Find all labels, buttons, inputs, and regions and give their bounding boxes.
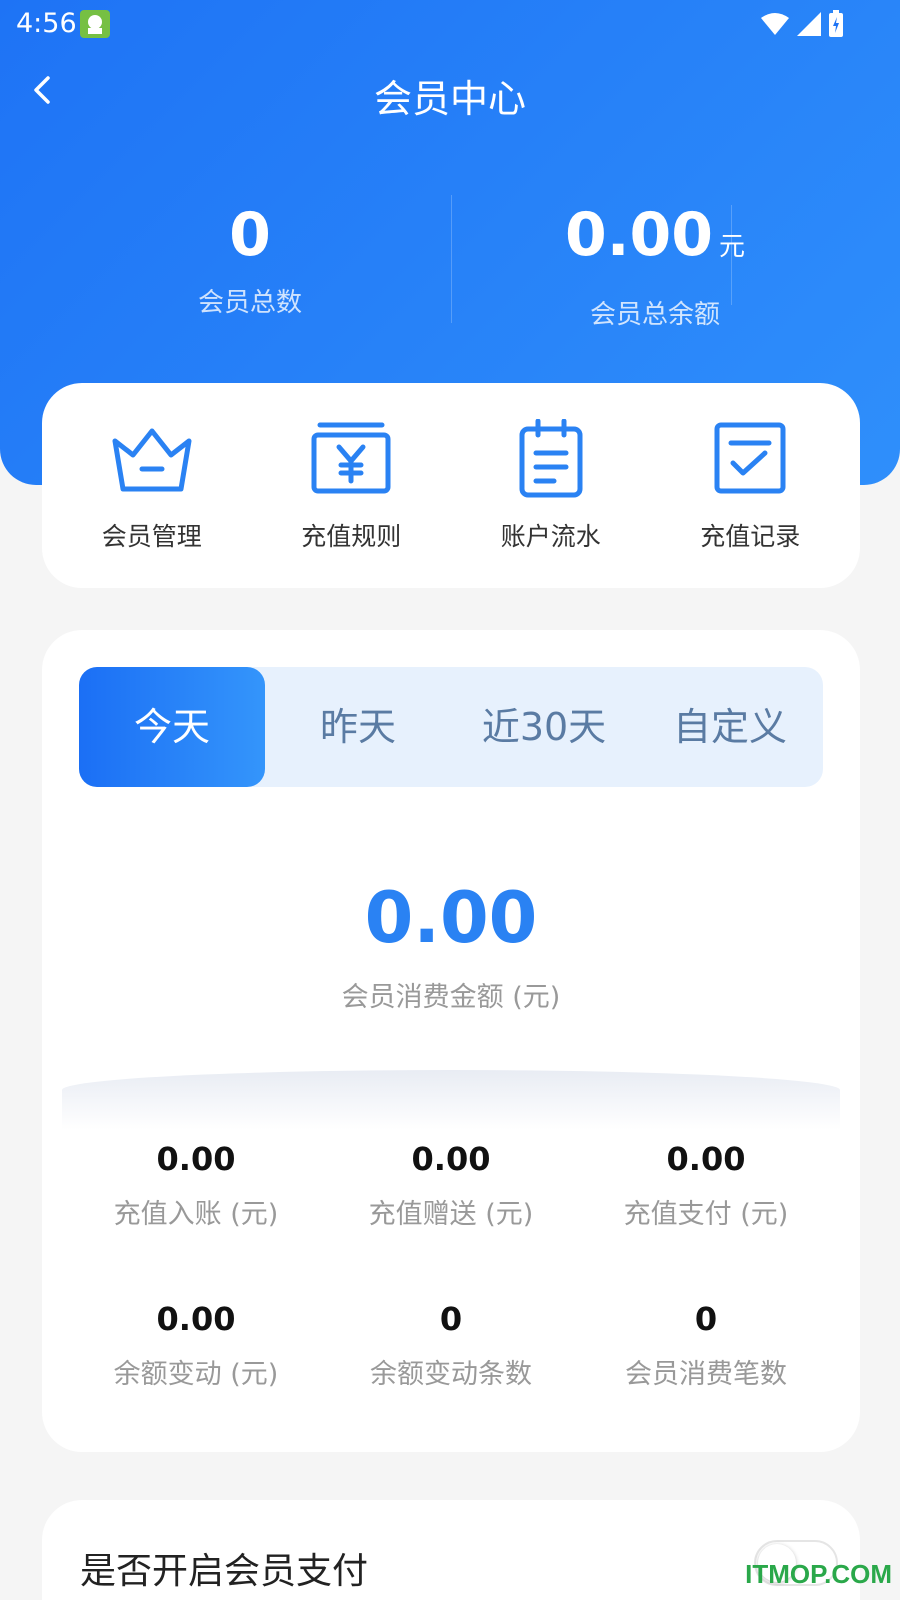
- menu-account-flow[interactable]: 账户流水: [461, 418, 641, 553]
- balance-total-label: 会员总余额: [589, 300, 720, 330]
- app-notification-icon: [80, 10, 110, 38]
- stat-recharge-bonus: 0.00 充值赠送 (元): [321, 1140, 581, 1231]
- battery-icon: [829, 10, 843, 37]
- page-title: 会员中心: [373, 77, 526, 121]
- crown-icon: [112, 428, 192, 491]
- member-spend-value: 0.00: [364, 877, 538, 959]
- signal-icon: [797, 12, 821, 36]
- stat-value: 0.00: [411, 1140, 491, 1178]
- stat-value: 0: [439, 1300, 463, 1338]
- menu-label: 充值记录: [700, 521, 801, 551]
- tab-last-30-days[interactable]: 近30天: [451, 667, 637, 787]
- menu-recharge-records[interactable]: 充值记录: [660, 419, 840, 553]
- balance-total-unit: 元: [719, 232, 746, 262]
- menu-label: 会员管理: [101, 521, 202, 551]
- member-spend-label: 会员消费金额 (元): [341, 982, 561, 1013]
- balance-total-value: 0.00: [564, 200, 714, 270]
- stat-label: 充值赠送 (元): [368, 1199, 534, 1230]
- menu-label: 充值规则: [301, 521, 402, 551]
- stat-recharge-income: 0.00 充值入账 (元): [66, 1140, 326, 1231]
- stat-balance-change-count: 0 余额变动条数: [321, 1300, 581, 1391]
- divider-shadow: [62, 1070, 840, 1130]
- member-pay-card: 是否开启会员支付: [42, 1500, 860, 1600]
- summary-divider-right: [731, 205, 732, 305]
- member-pay-label: 是否开启会员支付: [80, 1551, 369, 1592]
- stat-value: 0.00: [156, 1300, 236, 1338]
- checklist-icon: [714, 422, 786, 493]
- status-icons: [760, 10, 844, 38]
- status-bar: 4:56: [0, 0, 900, 48]
- menu-recharge-rules[interactable]: 充值规则: [261, 419, 441, 553]
- stats-card: 今天 昨天 近30天 自定义 0.00 会员消费金额 (元) 0.00 充值入账…: [42, 630, 860, 1452]
- stat-value: 0: [694, 1300, 718, 1338]
- menu-member-management[interactable]: 会员管理: [62, 419, 242, 553]
- menu-card: 会员管理 充值规则 账户流水 充值记录: [42, 383, 860, 588]
- stat-label: 充值入账 (元): [113, 1199, 279, 1230]
- members-total-value: 0: [229, 200, 271, 270]
- stat-value: 0.00: [156, 1140, 236, 1178]
- members-total-stat: 0 会员总数: [40, 200, 460, 319]
- balance-total-stat: 0.00 元 会员总余额: [445, 200, 865, 331]
- stat-label: 会员消费笔数: [625, 1359, 787, 1390]
- stat-balance-change: 0.00 余额变动 (元): [66, 1300, 326, 1391]
- notepad-icon: [519, 418, 583, 497]
- balance-total-value-row: 0.00 元: [445, 200, 865, 282]
- tab-today[interactable]: 今天: [79, 667, 265, 787]
- menu-label: 账户流水: [500, 521, 601, 551]
- tab-custom[interactable]: 自定义: [637, 667, 823, 787]
- date-range-tabs: 今天 昨天 近30天 自定义: [79, 667, 823, 787]
- stat-label: 充值支付 (元): [623, 1199, 789, 1230]
- status-time: 4:56: [16, 8, 77, 39]
- stat-member-spend-count: 0 会员消费笔数: [576, 1300, 836, 1391]
- stat-recharge-payment: 0.00 充值支付 (元): [576, 1140, 836, 1231]
- tab-yesterday[interactable]: 昨天: [265, 667, 451, 787]
- members-total-label: 会员总数: [197, 288, 302, 318]
- watermark: ITMOP.COM: [745, 1559, 892, 1589]
- nav-bar: 会员中心: [0, 60, 900, 121]
- stat-label: 余额变动条数: [370, 1359, 532, 1390]
- yen-card-icon: [311, 422, 391, 493]
- stat-value: 0.00: [666, 1140, 746, 1178]
- stat-label: 余额变动 (元): [113, 1359, 279, 1390]
- wifi-icon: [761, 13, 789, 35]
